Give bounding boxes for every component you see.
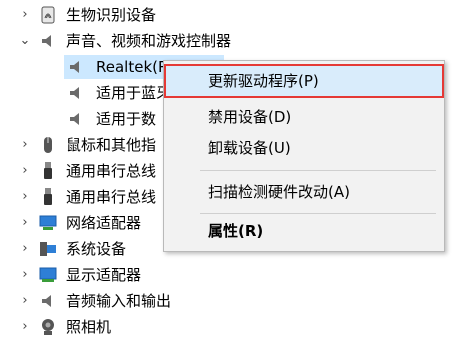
tree-item-sound-video-game[interactable]: ⌄ 声音、视频和游戏控制器	[0, 28, 474, 54]
chevron-right-icon[interactable]: ›	[18, 210, 32, 236]
usb-icon	[44, 188, 52, 205]
mouse-icon	[44, 137, 52, 153]
tree-item-label: 生物识别设备	[66, 6, 157, 24]
chevron-right-icon[interactable]: ›	[18, 132, 32, 158]
tree-item-label: 显示适配器	[66, 266, 142, 284]
speaker-icon	[70, 113, 79, 125]
context-menu: 更新驱动程序(P) 禁用设备(D) 卸载设备(U) 扫描检测硬件改动(A) 属性…	[163, 60, 445, 252]
fingerprint-icon	[41, 6, 55, 24]
usb-icon	[44, 162, 52, 179]
menu-item-update-driver[interactable]: 更新驱动程序(P)	[164, 64, 444, 98]
tree-item-label: 通用串行总线	[66, 162, 157, 180]
network-icon	[39, 215, 57, 230]
chevron-right-icon[interactable]: ›	[18, 2, 32, 28]
tree-item-audio-io[interactable]: › 音频输入和输出	[0, 288, 474, 314]
menu-item-label: 禁用设备(D)	[208, 108, 292, 126]
tree-item-label: 系统设备	[66, 240, 127, 258]
tree-item-label: 通用串行总线	[66, 188, 157, 206]
speaker-icon	[42, 295, 51, 307]
tree-item-label: 声音、视频和游戏控制器	[66, 32, 232, 50]
tree-item-label: 网络适配器	[66, 214, 142, 232]
menu-item-label: 卸载设备(U)	[208, 139, 291, 157]
menu-separator	[200, 170, 436, 171]
menu-item-label: 属性(R)	[208, 222, 264, 240]
chevron-down-icon[interactable]: ⌄	[18, 28, 32, 54]
menu-item-properties[interactable]: 属性(R)	[164, 214, 444, 248]
tree-item-label: 适用于蓝牙	[96, 84, 172, 102]
tree-item-label: 照相机	[66, 318, 112, 336]
chevron-right-icon[interactable]: ›	[18, 288, 32, 314]
chevron-right-icon[interactable]: ›	[18, 262, 32, 288]
chevron-right-icon[interactable]: ›	[18, 236, 32, 262]
speaker-icon	[70, 61, 79, 73]
display-adapter-icon	[39, 267, 57, 282]
chevron-right-icon[interactable]: ›	[18, 184, 32, 210]
chevron-right-icon[interactable]: ›	[18, 314, 32, 340]
menu-item-uninstall-device[interactable]: 卸载设备(U)	[164, 131, 444, 165]
system-device-icon	[40, 242, 56, 256]
tree-item-biometric[interactable]: › 生物识别设备	[0, 2, 474, 28]
menu-item-label: 扫描检测硬件改动(A)	[208, 183, 350, 201]
tree-item-label: 适用于数	[96, 110, 157, 128]
tree-item-cameras[interactable]: › 照相机	[0, 314, 474, 340]
menu-item-label: 更新驱动程序(P)	[208, 72, 319, 90]
menu-item-scan-hardware[interactable]: 扫描检测硬件改动(A)	[164, 175, 444, 209]
chevron-right-icon[interactable]: ›	[18, 158, 32, 184]
camera-icon	[42, 319, 54, 335]
menu-item-disable-device[interactable]: 禁用设备(D)	[164, 100, 444, 134]
speaker-icon	[70, 87, 79, 99]
tree-item-label: 鼠标和其他指	[66, 136, 157, 154]
tree-item-label: 音频输入和输出	[66, 292, 172, 310]
speaker-icon	[42, 35, 51, 47]
tree-item-display-adapters[interactable]: › 显示适配器	[0, 262, 474, 288]
